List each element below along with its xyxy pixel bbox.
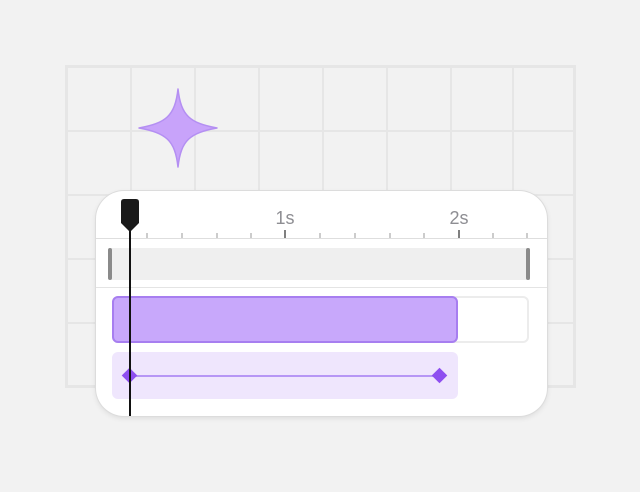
scrub-track[interactable] bbox=[110, 248, 530, 280]
ruler-label-1s: 1s bbox=[275, 208, 295, 228]
section-divider bbox=[96, 287, 547, 288]
ruler-label-2s: 2s bbox=[449, 208, 469, 228]
trim-handle-start[interactable] bbox=[108, 248, 112, 280]
animation-clip[interactable] bbox=[112, 296, 458, 343]
keyframe-interpolation-line bbox=[130, 375, 440, 377]
sparkle-icon[interactable] bbox=[136, 86, 220, 170]
timeline-panel: 1s 2s bbox=[96, 191, 547, 416]
trim-handle-end[interactable] bbox=[526, 248, 530, 280]
time-ruler[interactable] bbox=[96, 191, 547, 251]
playhead-icon[interactable] bbox=[121, 199, 139, 233]
playhead-line[interactable] bbox=[129, 215, 131, 416]
